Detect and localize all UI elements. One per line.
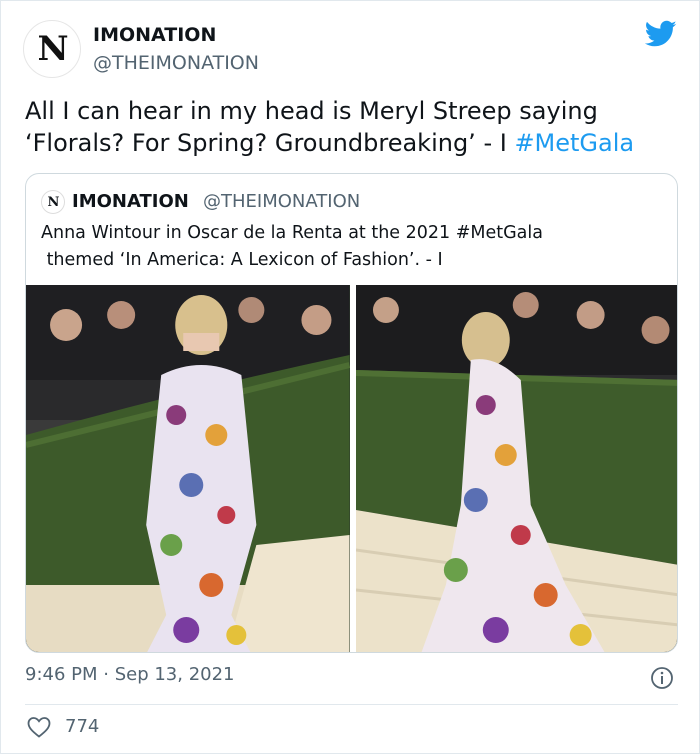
- twitter-bird-icon[interactable]: [645, 20, 677, 48]
- quoted-author-handle[interactable]: @THEIMONATION: [203, 191, 360, 212]
- tweet-card: N IMONATION @THEIMONATION All I can hear…: [0, 0, 700, 754]
- quoted-avatar-letter: N: [47, 194, 60, 210]
- author-name[interactable]: IMONATION: [93, 24, 216, 46]
- media-grid: [26, 285, 677, 652]
- quoted-text-line2: themed ‘In America: A Lexicon of Fashion…: [41, 250, 443, 270]
- heart-icon[interactable]: [27, 716, 51, 738]
- photo-back[interactable]: [355, 285, 677, 652]
- tweet-timestamp[interactable]: 9:46 PM · Sep 13, 2021: [25, 664, 235, 685]
- avatar-letter: N: [37, 29, 68, 69]
- tweet-text: All I can hear in my head is Meryl Stree…: [25, 95, 685, 159]
- divider: [25, 704, 678, 705]
- quoted-author-name[interactable]: IMONATION: [72, 191, 189, 212]
- quoted-text-line1: Anna Wintour in Oscar de la Renta at the…: [41, 223, 543, 243]
- quoted-avatar[interactable]: N: [41, 190, 65, 214]
- like-count: 774: [65, 716, 100, 737]
- author-handle[interactable]: @THEIMONATION: [93, 52, 259, 74]
- photo-front[interactable]: [26, 285, 350, 652]
- hashtag-link[interactable]: #MetGala: [514, 129, 634, 157]
- info-icon[interactable]: [650, 666, 674, 690]
- quoted-text: Anna Wintour in Oscar de la Renta at the…: [41, 220, 661, 274]
- quoted-tweet[interactable]: N IMONATION @THEIMONATION Anna Wintour i…: [25, 173, 678, 653]
- tweet-body: All I can hear in my head is Meryl Stree…: [25, 97, 598, 157]
- author-avatar[interactable]: N: [23, 20, 81, 78]
